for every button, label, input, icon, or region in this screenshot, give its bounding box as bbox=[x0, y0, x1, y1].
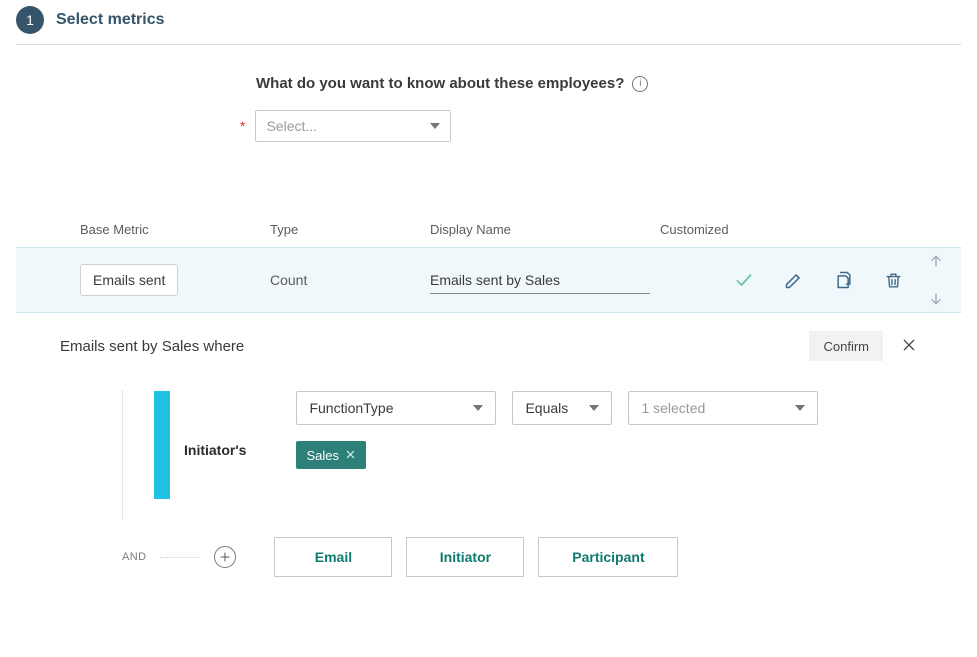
initiator-bar bbox=[154, 391, 170, 499]
value-dropdown-label: 1 selected bbox=[641, 400, 705, 416]
info-icon[interactable]: i bbox=[632, 76, 648, 92]
remove-tag-icon[interactable] bbox=[345, 448, 356, 463]
chevron-down-icon bbox=[473, 405, 483, 411]
chevron-down-icon bbox=[795, 405, 805, 411]
chevron-down-icon bbox=[589, 405, 599, 411]
editor-title: Emails sent by Sales where bbox=[60, 338, 244, 355]
required-star: * bbox=[240, 118, 245, 134]
group-email-label: Email bbox=[315, 549, 352, 565]
step-number: 1 bbox=[26, 12, 34, 28]
and-connector-line bbox=[160, 557, 200, 558]
prompt-section: What do you want to know about these emp… bbox=[256, 75, 961, 142]
filter-rail bbox=[122, 391, 123, 519]
operator-dropdown-label: Equals bbox=[525, 400, 568, 416]
col-header-base: Base Metric bbox=[60, 222, 270, 237]
filter-editor: Emails sent by Sales where Confirm Initi… bbox=[16, 313, 961, 577]
group-participant-button[interactable]: Participant bbox=[538, 537, 678, 577]
delete-icon[interactable] bbox=[884, 271, 903, 290]
step-title: Select metrics bbox=[56, 11, 165, 29]
chevron-down-icon bbox=[430, 123, 440, 129]
close-icon[interactable] bbox=[901, 337, 917, 356]
reorder-arrows bbox=[921, 247, 951, 313]
metric-row: Emails sent Count bbox=[16, 247, 961, 313]
metric-select-placeholder: Select... bbox=[266, 118, 317, 134]
metric-type: Count bbox=[270, 272, 430, 288]
attribute-dropdown[interactable]: FunctionType bbox=[296, 391, 496, 425]
value-dropdown[interactable]: 1 selected bbox=[628, 391, 818, 425]
move-down-icon[interactable] bbox=[928, 291, 944, 307]
initiator-label: Initiator's bbox=[184, 432, 246, 458]
step-number-badge: 1 bbox=[16, 6, 44, 34]
duplicate-icon[interactable] bbox=[834, 270, 854, 290]
group-participant-label: Participant bbox=[572, 549, 644, 565]
add-condition-button[interactable] bbox=[214, 546, 236, 568]
move-up-icon[interactable] bbox=[928, 253, 944, 269]
and-label: AND bbox=[122, 551, 146, 563]
group-initiator-label: Initiator bbox=[440, 549, 491, 565]
operator-dropdown[interactable]: Equals bbox=[512, 391, 612, 425]
base-metric-chip[interactable]: Emails sent bbox=[80, 264, 178, 296]
group-initiator-button[interactable]: Initiator bbox=[406, 537, 524, 577]
prompt-question: What do you want to know about these emp… bbox=[256, 75, 624, 92]
apply-icon[interactable] bbox=[734, 270, 754, 290]
metric-select-dropdown[interactable]: Select... bbox=[255, 110, 451, 142]
filter-value-tag: Sales bbox=[296, 441, 366, 469]
step-header: 1 Select metrics bbox=[16, 0, 961, 45]
confirm-button[interactable]: Confirm bbox=[809, 331, 883, 361]
attribute-dropdown-label: FunctionType bbox=[309, 400, 393, 416]
base-metric-label: Emails sent bbox=[93, 272, 165, 288]
col-header-type: Type bbox=[270, 222, 430, 237]
edit-icon[interactable] bbox=[784, 270, 804, 290]
metric-table-header: Base Metric Type Display Name Customized bbox=[16, 222, 961, 237]
group-email-button[interactable]: Email bbox=[274, 537, 392, 577]
col-header-customized: Customized bbox=[660, 222, 840, 237]
col-header-display: Display Name bbox=[430, 222, 660, 237]
display-name-input[interactable] bbox=[430, 266, 650, 294]
filter-value-tag-label: Sales bbox=[306, 448, 339, 463]
